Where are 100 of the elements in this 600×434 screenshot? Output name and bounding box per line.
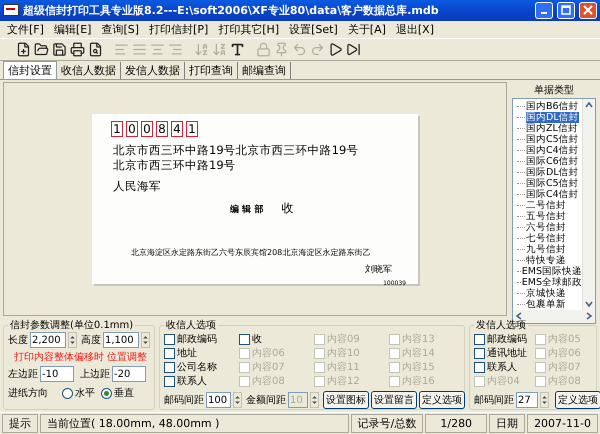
checkbox-label: 内容16	[402, 374, 435, 388]
menu-item[interactable]: 查询[S]	[96, 22, 144, 37]
input-field[interactable]: -20	[112, 366, 146, 382]
radio-button[interactable]	[62, 388, 73, 399]
option-button[interactable]: 设置留言	[371, 391, 417, 410]
tree-item[interactable]: 二号信封	[526, 200, 566, 212]
recipient-company: 人民海军	[113, 179, 162, 194]
spin-button[interactable]	[540, 392, 549, 408]
close-button[interactable]	[579, 2, 597, 19]
input-field[interactable]: 27	[516, 392, 538, 408]
checkbox-label: 内容05	[548, 332, 581, 346]
spin-button[interactable]	[68, 332, 77, 348]
tree-item[interactable]: 七号信封	[526, 233, 566, 244]
checkbox-label: 地址	[177, 346, 197, 360]
spin-button[interactable]	[141, 332, 150, 348]
tree-item[interactable]: EMS全球邮政	[522, 277, 582, 288]
font-icon[interactable]	[230, 42, 245, 57]
minimize-button[interactable]	[535, 2, 553, 19]
tree-item[interactable]: 国际DL信封	[526, 167, 579, 178]
preview-icon[interactable]	[88, 42, 103, 57]
tree-item[interactable]: 国内ZL信封	[526, 123, 578, 134]
tree-item[interactable]: 国内DL信封	[526, 112, 579, 124]
save-icon[interactable]	[52, 42, 67, 57]
tree-item[interactable]: 国内C5信封	[526, 134, 579, 146]
field-label: 左边距	[8, 368, 38, 382]
checkbox-label: 内容07	[252, 360, 285, 374]
field-label: 金额间距	[246, 394, 286, 408]
menu-item[interactable]: 关于[A]	[342, 22, 391, 37]
menu-item[interactable]: 设置[Set]	[284, 22, 343, 37]
tab[interactable]: 打印查询	[185, 62, 238, 80]
tree-item[interactable]: 包裹单新	[526, 299, 566, 310]
postcode-digit: 4	[171, 121, 183, 138]
tab[interactable]: 信封设置	[3, 61, 57, 80]
window-title: 超级信封打印工具专业版8.2---E:\soft2006\XF专业80\data\客户数据总库.mdb	[23, 2, 440, 18]
postcode-digit: 1	[111, 121, 123, 138]
input-field[interactable]: 1,100	[103, 332, 139, 348]
tree-item[interactable]: 国际C5信封	[526, 178, 579, 190]
input-field[interactable]: 2,200	[30, 332, 66, 348]
input-field[interactable]: 100	[206, 392, 231, 408]
field-label: 长度	[8, 334, 28, 348]
checkbox[interactable]	[474, 362, 485, 373]
tab[interactable]: 邮编查询	[238, 62, 291, 80]
menu-item[interactable]: 编辑[E]	[48, 22, 96, 37]
option-button[interactable]: 设置图标	[323, 391, 369, 410]
tree-item[interactable]: 特快专递	[526, 255, 566, 266]
panel-title: 单据类型	[534, 84, 574, 98]
recipient-address: 北京市西三环中路19号北京市西三环中路19号北京市西三环中路19号	[113, 143, 360, 174]
checkbox-label: 内容06	[548, 346, 581, 360]
checkbox-label: 通讯地址	[487, 346, 527, 360]
tree-item[interactable]: 国内B6信封	[526, 101, 579, 112]
status-label: 日期	[489, 414, 526, 433]
radio-label: 垂直	[114, 386, 134, 400]
spin-button[interactable]	[310, 392, 319, 408]
tree-item[interactable]: 九号信封	[526, 244, 566, 256]
status-label: 记录号/总数	[350, 414, 424, 433]
tree-item[interactable]: EMS国际快递	[522, 266, 582, 278]
checkbox-label: 内容14	[402, 346, 435, 360]
radio-button[interactable]	[101, 388, 112, 399]
play-icon[interactable]	[328, 42, 343, 57]
printer-icon[interactable]	[70, 42, 85, 57]
checkbox-label: 邮政编码	[177, 332, 217, 346]
field-label: 邮码间距	[474, 394, 514, 408]
menu-item[interactable]: 文件[F]	[2, 22, 49, 37]
open-folder-icon[interactable]	[34, 42, 49, 57]
tree-item[interactable]: 六号信封	[526, 222, 566, 234]
group-title: 收信人选项	[165, 318, 217, 332]
checkbox[interactable]	[164, 376, 175, 387]
checkbox[interactable]	[164, 334, 175, 345]
recipient-name: 编 辑 部	[230, 203, 264, 216]
maximize-button[interactable]	[557, 2, 575, 19]
option-button[interactable]: 定义选项	[555, 391, 600, 410]
menu-item[interactable]: 打印信封[P]	[144, 22, 214, 37]
checkbox-label: 内容13	[402, 332, 435, 346]
spin-button[interactable]	[233, 392, 242, 408]
checkbox-label: 内容12	[327, 374, 360, 388]
skip-forward-icon[interactable]	[346, 42, 361, 57]
new-file-icon[interactable]	[16, 42, 31, 57]
group-title: 发信人选项	[475, 318, 527, 332]
app-icon	[3, 4, 19, 16]
option-button[interactable]: 定义选项	[419, 391, 465, 410]
tree-item[interactable]: 国际C6信封	[526, 156, 579, 168]
tree-item[interactable]: 国际C4信封	[526, 189, 579, 200]
checkbox[interactable]	[164, 362, 175, 373]
tree-item[interactable]: 五号信封	[526, 211, 566, 222]
checkbox[interactable]	[474, 348, 485, 359]
tree-item[interactable]: 京城快递	[526, 288, 566, 300]
checkbox-label: 联系人	[487, 360, 517, 374]
checkbox[interactable]	[239, 334, 250, 345]
checkbox[interactable]	[164, 348, 175, 359]
offset-note: 打印内容整体偏移时 位置调整	[14, 350, 148, 364]
tab[interactable]: 收信人数据	[57, 62, 121, 80]
status-label: 提示	[2, 414, 38, 433]
menu-item[interactable]: 打印其它[H]	[213, 22, 284, 37]
postcode-digit: 0	[141, 121, 153, 138]
tree-item[interactable]: 国内C4信封	[526, 145, 579, 156]
tab[interactable]: 发信人数据	[121, 62, 185, 80]
checkbox[interactable]	[474, 334, 485, 345]
menu-item[interactable]: 退出[X]	[390, 22, 440, 37]
input-field[interactable]: -10	[40, 366, 74, 382]
vertical-scrollbar[interactable]	[582, 99, 595, 310]
